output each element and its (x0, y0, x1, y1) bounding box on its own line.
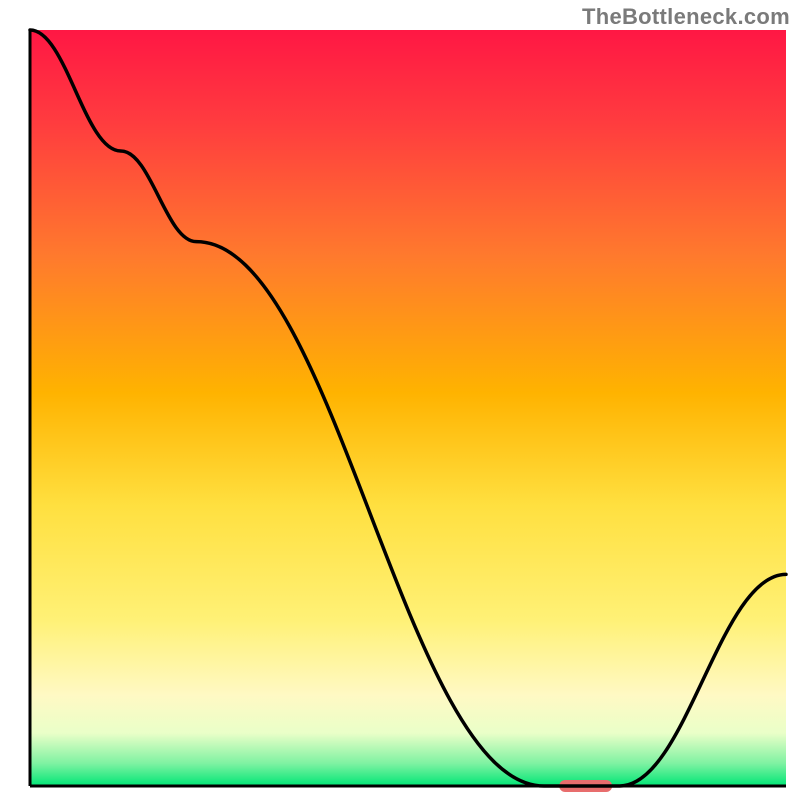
chart-stage: TheBottleneck.com (0, 0, 800, 800)
plot-background (30, 30, 786, 786)
bottleneck-chart (0, 0, 800, 800)
